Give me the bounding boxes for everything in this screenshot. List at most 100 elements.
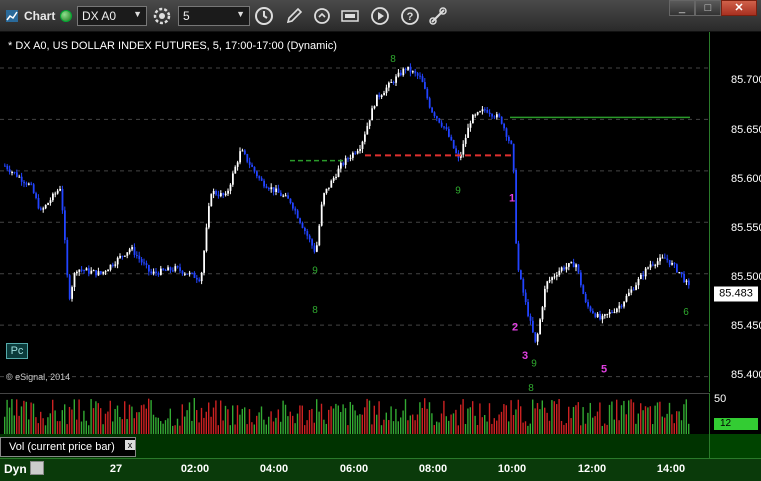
candle-body: [440, 122, 443, 127]
volume-bar: [49, 413, 51, 434]
candle-body: [296, 210, 299, 219]
volume-bar: [176, 418, 179, 434]
candle-body: [109, 264, 112, 270]
candle-body: [551, 277, 553, 281]
refresh-icon[interactable]: [312, 6, 332, 26]
volume-bar: [601, 425, 603, 434]
volume-bar: [316, 399, 318, 434]
close-study-button[interactable]: x: [125, 440, 135, 450]
price-plot-area[interactable]: 8 9 8 9 9 8 6 1 2 3 5 * DX A0, US DOLLAR INDEX FUT…: [0, 32, 709, 392]
candle-body: [212, 191, 215, 195]
candle-body: [320, 204, 323, 226]
volume-bar: [642, 410, 644, 434]
time-axis[interactable]: Dyn 27 02:00 04:00 06:00 08:00 10:00 12:…: [0, 458, 761, 481]
play-icon[interactable]: [370, 6, 390, 26]
volume-bar: [284, 404, 287, 434]
scroll-lock-icon[interactable]: [30, 461, 44, 475]
volume-bar: [515, 409, 517, 434]
candle-body: [6, 165, 9, 170]
candle-body: [599, 313, 601, 320]
candle-body: [455, 148, 457, 154]
candle-body: [61, 188, 64, 211]
candle-body: [152, 271, 155, 274]
candle-body: [361, 141, 364, 150]
status-indicator-icon[interactable]: [60, 10, 72, 22]
candle-body: [556, 275, 558, 277]
candle-body: [4, 165, 6, 167]
candle-body: [606, 313, 609, 315]
candle-body: [64, 210, 66, 240]
price-axis[interactable]: 85.700 85.650 85.600 85.550 85.500 85.45…: [709, 32, 761, 392]
volume-bar: [282, 400, 284, 434]
close-button[interactable]: ✕: [721, 0, 757, 16]
candle-body: [140, 259, 143, 263]
volume-bar: [6, 399, 8, 434]
volume-bar: [570, 418, 572, 434]
candle-body: [649, 264, 652, 268]
volume-bar: [8, 407, 11, 434]
candle-body: [162, 268, 165, 271]
volume-bar: [500, 411, 503, 434]
candle-body: [373, 106, 376, 109]
volume-bar: [102, 424, 104, 434]
volume-bar: [217, 425, 219, 434]
volume-bar: [42, 418, 44, 434]
volume-bar: [520, 406, 522, 434]
candle-body: [678, 272, 681, 274]
volume-bar: [92, 408, 95, 434]
candle-body: [438, 118, 441, 123]
volume-bar: [625, 414, 627, 434]
volume-bar: [649, 406, 651, 434]
volume-bar: [30, 402, 32, 434]
setup-count-label: 6: [683, 307, 689, 318]
time-label: 14:00: [656, 463, 686, 475]
volume-bar: [383, 419, 385, 434]
candle-body: [349, 157, 352, 159]
volume-bar: [416, 414, 419, 434]
volume-bar: [112, 421, 114, 434]
pencil-icon[interactable]: [284, 6, 304, 26]
candle-body: [378, 94, 381, 98]
candle-body: [299, 218, 301, 223]
interval-select[interactable]: 5 ▼: [178, 6, 250, 26]
time-label: 10:00: [497, 463, 527, 475]
minimize-button[interactable]: _: [669, 0, 695, 16]
gif-icon[interactable]: [340, 6, 360, 26]
volume-bar: [174, 425, 176, 434]
link-icon[interactable]: [428, 6, 448, 26]
maximize-button[interactable]: □: [695, 0, 721, 16]
volume-pane[interactable]: [0, 393, 709, 435]
volume-bar: [608, 404, 611, 434]
volume-bar: [356, 415, 359, 434]
volume-study-label[interactable]: Vol (current price bar) x: [0, 437, 136, 457]
time-label: 06:00: [339, 463, 369, 475]
volume-bar: [52, 399, 54, 434]
symbol-select[interactable]: DX A0 ▼: [77, 6, 147, 26]
candle-body: [304, 227, 306, 232]
volume-bar: [568, 406, 570, 434]
settings-gear-icon[interactable]: [152, 6, 172, 26]
volume-bar: [395, 408, 397, 434]
candle-body: [587, 302, 589, 307]
clock-icon[interactable]: [254, 6, 274, 26]
interval-value: 5: [183, 9, 190, 23]
volume-bar: [184, 416, 186, 434]
volume-bar: [640, 403, 642, 434]
candle-body: [371, 108, 373, 121]
volume-bar: [376, 414, 378, 434]
volume-bar: [517, 399, 519, 434]
volume-bar: [452, 413, 455, 434]
candle-body: [388, 82, 390, 88]
help-icon[interactable]: ?: [400, 6, 420, 26]
countdown-label: 1: [509, 193, 515, 205]
pc-button[interactable]: Pc: [6, 343, 28, 359]
candle-body: [680, 272, 683, 274]
candle-body: [409, 66, 412, 73]
candle-body: [392, 81, 395, 83]
volume-bar: [157, 417, 159, 434]
candle-body: [76, 271, 78, 274]
candle-body: [395, 76, 397, 83]
candle-body: [224, 193, 227, 196]
candle-body: [635, 285, 637, 290]
volume-bar: [287, 416, 289, 434]
